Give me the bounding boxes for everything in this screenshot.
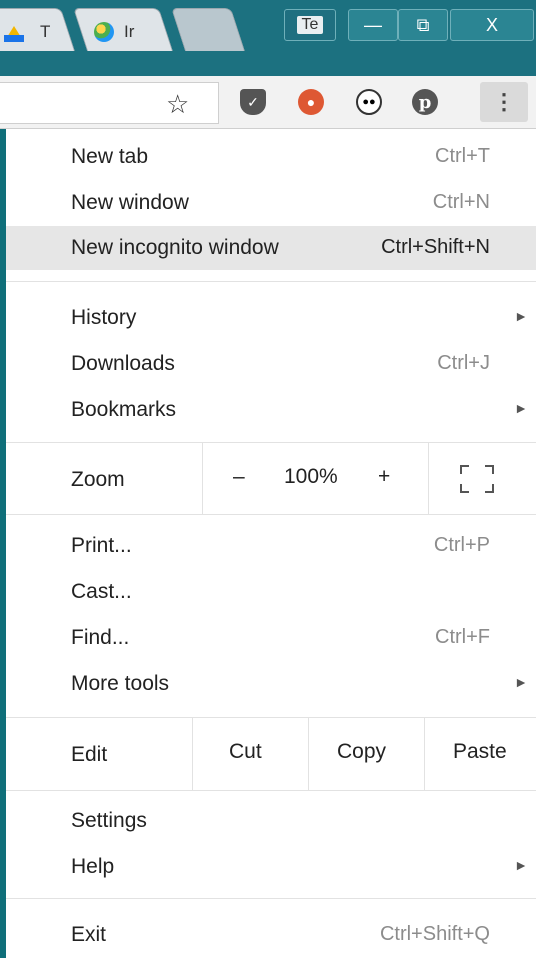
edit-divider: [308, 718, 309, 790]
menu-item-new-tab[interactable]: New tab Ctrl+T: [6, 135, 536, 179]
profile-button[interactable]: Te: [284, 9, 336, 41]
menu-item-label: Print...: [71, 534, 132, 557]
close-icon: X: [485, 14, 498, 35]
cut-button[interactable]: Cut: [229, 740, 262, 764]
chrome-menu-button[interactable]: ⋮: [480, 82, 528, 122]
menu-item-label: Cast...: [71, 580, 132, 603]
menu-item-label: New incognito window: [71, 236, 279, 259]
menu-item-shortcut: Ctrl+N: [432, 191, 490, 213]
bookmark-star-icon[interactable]: ☆: [166, 89, 189, 120]
menu-item-help[interactable]: Help ►: [6, 845, 536, 889]
edit-row: Edit Cut Copy Paste: [6, 718, 536, 790]
duckduckgo-icon[interactable]: ●: [298, 89, 324, 115]
browser-tab-2[interactable]: [73, 8, 173, 51]
maximize-button[interactable]: ⧉: [398, 9, 448, 41]
pinterest-icon[interactable]: p: [412, 89, 438, 115]
submenu-arrow-icon: ►: [514, 857, 528, 873]
menu-divider: [6, 281, 536, 282]
tab-1-title: T: [40, 22, 51, 41]
menu-item-bookmarks[interactable]: Bookmarks ►: [6, 388, 536, 432]
menu-divider: [6, 790, 536, 791]
menu-item-cast[interactable]: Cast...: [6, 570, 536, 614]
edit-label: Edit: [71, 743, 108, 766]
menu-item-label: New window: [71, 191, 189, 214]
zoom-level-value: 100%: [284, 465, 338, 488]
menu-item-find[interactable]: Find... Ctrl+F: [6, 616, 536, 660]
menu-item-label: New tab: [71, 145, 149, 168]
fullscreen-icon[interactable]: [460, 465, 494, 493]
panda-icon[interactable]: ●●: [356, 89, 382, 115]
menu-item-shortcut: Ctrl+T: [435, 145, 490, 167]
toolbar: ☆ ✓ ● ●● p ⋮: [0, 76, 536, 129]
menu-item-exit[interactable]: Exit Ctrl+Shift+Q: [6, 913, 536, 957]
edit-divider: [192, 718, 193, 790]
menu-item-label: History: [71, 306, 137, 329]
menu-item-label: Settings: [71, 809, 147, 832]
minimize-icon: —: [364, 14, 382, 35]
menu-item-history[interactable]: History ►: [6, 296, 536, 340]
menu-item-shortcut: Ctrl+Shift+Q: [379, 923, 490, 945]
google-drive-icon: [4, 26, 24, 42]
menu-item-new-window[interactable]: New window Ctrl+N: [6, 181, 536, 225]
menu-item-new-incognito-window[interactable]: New incognito window Ctrl+Shift+N: [6, 226, 536, 270]
zoom-out-button[interactable]: –: [233, 465, 245, 489]
menu-item-label: Bookmarks: [71, 398, 177, 421]
restore-icon: ⧉: [416, 14, 430, 35]
address-bar[interactable]: ☆: [0, 82, 219, 124]
submenu-arrow-icon: ►: [514, 674, 528, 690]
title-bar: T Ir Te — ⧉ X: [0, 0, 536, 76]
copy-button[interactable]: Copy: [337, 740, 386, 764]
profile-label: Te: [296, 16, 324, 34]
menu-item-label: Help: [71, 855, 115, 878]
menu-divider: [6, 514, 536, 515]
close-button[interactable]: X: [450, 9, 534, 41]
new-tab-button[interactable]: [171, 8, 245, 51]
menu-item-more-tools[interactable]: More tools ►: [6, 662, 536, 706]
menu-item-settings[interactable]: Settings: [6, 799, 536, 843]
submenu-arrow-icon: ►: [514, 308, 528, 324]
menu-item-shortcut: Ctrl+J: [437, 352, 490, 374]
zoom-divider: [428, 443, 429, 515]
minimize-button[interactable]: —: [348, 9, 398, 41]
kebab-menu-icon: ⋮: [493, 89, 515, 114]
menu-item-print[interactable]: Print... Ctrl+P: [6, 524, 536, 568]
menu-item-downloads[interactable]: Downloads Ctrl+J: [6, 342, 536, 386]
menu-item-label: Exit: [71, 923, 107, 946]
paste-button[interactable]: Paste: [453, 740, 507, 764]
pocket-icon[interactable]: ✓: [240, 89, 266, 115]
chrome-menu: New tab Ctrl+T New window Ctrl+N New inc…: [6, 129, 536, 958]
menu-item-label: Find...: [71, 626, 130, 649]
zoom-in-button[interactable]: +: [378, 465, 390, 489]
menu-divider: [6, 898, 536, 899]
submenu-arrow-icon: ►: [514, 400, 528, 416]
zoom-row: Zoom – 100% +: [6, 443, 536, 515]
tab-2-title: Ir: [124, 22, 135, 41]
zoom-label: Zoom: [71, 468, 125, 491]
menu-item-shortcut: Ctrl+Shift+N: [381, 236, 490, 258]
zoom-divider: [202, 443, 203, 515]
menu-item-label: Downloads: [71, 352, 175, 375]
browser-tab-icon: [94, 22, 114, 42]
edit-divider: [424, 718, 425, 790]
menu-item-shortcut: Ctrl+P: [433, 534, 490, 556]
menu-item-label: More tools: [71, 672, 170, 695]
menu-item-shortcut: Ctrl+F: [435, 626, 490, 648]
